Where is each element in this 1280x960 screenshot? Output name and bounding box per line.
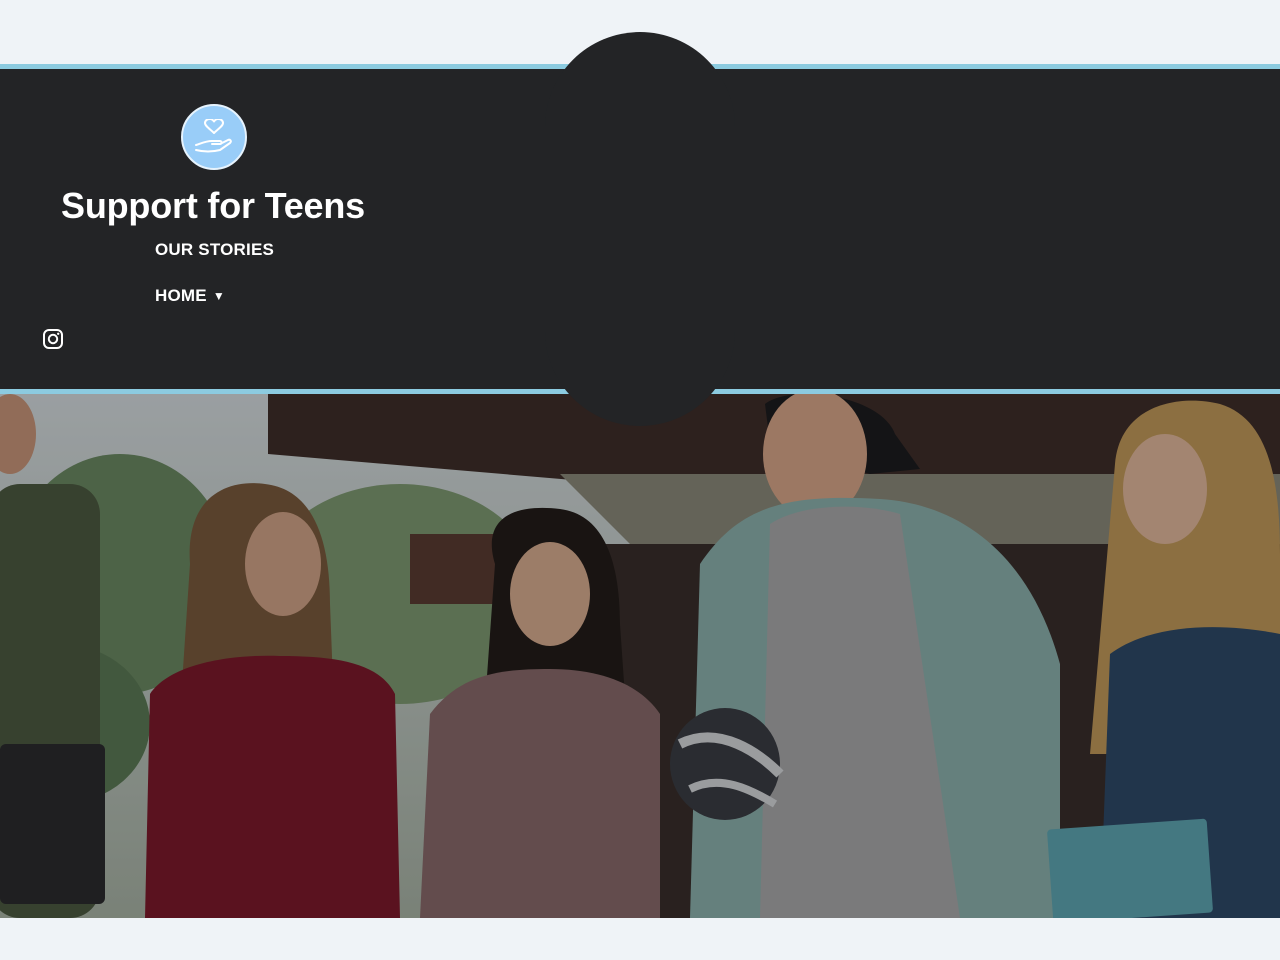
site-title[interactable]: Support for Teens [0, 185, 426, 227]
group-of-teens-photo [0, 394, 1280, 918]
instagram-link[interactable] [42, 328, 64, 350]
nav-item-label: OUR STORIES [155, 240, 275, 259]
header-circle-decoration [545, 32, 735, 426]
nav-item-our-stories[interactable]: OUR STORIES [155, 240, 274, 260]
hero-image [0, 394, 1280, 918]
nav-item-label: HOME [155, 286, 207, 305]
page: Support for Teens OUR STORIES HOME ▼ [0, 0, 1280, 960]
heart-in-hand-icon [195, 119, 232, 153]
instagram-icon [43, 329, 63, 349]
site-logo[interactable] [181, 104, 247, 170]
chevron-down-icon: ▼ [212, 289, 225, 303]
nav-item-home[interactable]: HOME ▼ [155, 286, 225, 306]
